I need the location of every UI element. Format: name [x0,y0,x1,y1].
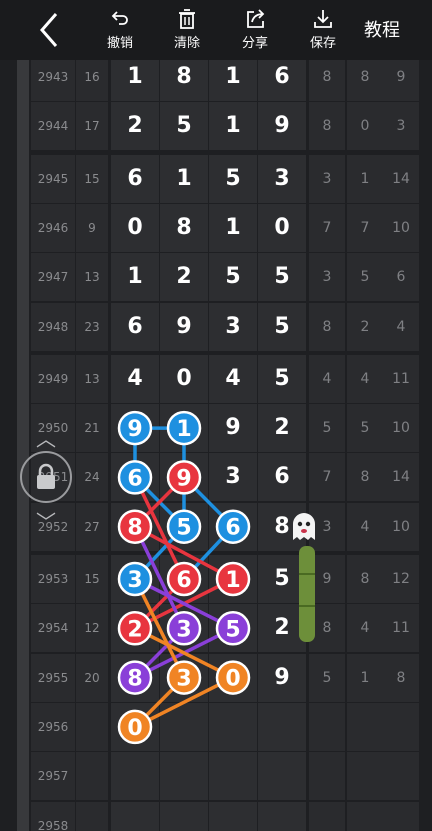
save-button[interactable]: 保存 [296,6,350,54]
number-marker[interactable]: 8 [117,660,153,695]
share-icon [247,9,265,28]
undo-button[interactable]: 撤销 [93,6,147,54]
svg-text:5: 5 [225,617,240,642]
download-icon [314,10,332,28]
number-marker[interactable]: 6 [215,509,251,544]
number-marker[interactable]: 9 [166,460,202,495]
number-marker[interactable]: 3 [117,561,153,597]
number-marker[interactable]: 3 [166,660,202,695]
number-marker[interactable]: 6 [117,460,153,495]
number-marker[interactable]: 0 [117,709,153,745]
svg-text:9: 9 [176,466,191,491]
number-marker[interactable]: 2 [117,611,153,646]
number-marker[interactable]: 9 [117,410,153,446]
svg-text:2: 2 [127,617,142,642]
svg-text:5: 5 [176,516,191,541]
trend-overlay[interactable]: 9 1 6 9 8 5 6 3 6 1 2 3 5 8 3 0 0 [0,60,432,831]
svg-text:6: 6 [127,466,142,491]
back-button[interactable] [30,8,70,52]
clear-button[interactable]: 清除 [160,6,214,54]
svg-text:3: 3 [176,667,191,692]
svg-text:8: 8 [127,516,142,541]
clear-label: 清除 [173,36,200,51]
svg-text:3: 3 [176,617,191,642]
number-marker[interactable]: 1 [215,561,251,597]
number-marker[interactable]: 8 [117,509,153,544]
share-label: 分享 [241,36,268,51]
number-marker[interactable]: 5 [166,509,202,544]
svg-text:9: 9 [127,417,142,442]
toolbar: 撤销 清除 分享 保存 教程 [0,0,432,60]
ghost-icon[interactable] [287,510,321,544]
svg-text:6: 6 [176,568,191,593]
undo-icon [111,11,128,25]
svg-text:0: 0 [127,716,142,741]
svg-text:3: 3 [127,568,142,593]
number-marker[interactable]: 5 [215,611,251,646]
lock-button[interactable] [20,451,72,503]
number-marker[interactable]: 6 [166,561,202,597]
svg-text:8: 8 [127,667,142,692]
number-marker[interactable]: 0 [215,660,251,695]
save-label: 保存 [309,36,336,51]
svg-text:1: 1 [176,417,191,442]
chevron-down-icon[interactable]: ﹀ [36,506,56,535]
history-grid[interactable]: 2943 16 1 8 1 6 8 8 9 2944 17 2 5 1 9 8 0 3 2945 15 6 1 5 3 3 1 14… [0,60,432,831]
svg-text:6: 6 [225,516,240,541]
chevron-left-icon [40,13,58,47]
svg-text:1: 1 [225,568,240,593]
lock-icon [37,463,55,489]
tutorial-link[interactable]: 教程 [364,16,400,42]
undo-label: 撤销 [106,36,133,51]
svg-text:0: 0 [225,667,240,692]
trash-icon [179,9,195,29]
chevron-up-icon[interactable]: ︿ [36,423,56,452]
bamboo-icon [299,546,315,642]
share-button[interactable]: 分享 [228,6,282,54]
number-marker[interactable]: 3 [166,611,202,646]
number-marker[interactable]: 1 [166,410,202,446]
